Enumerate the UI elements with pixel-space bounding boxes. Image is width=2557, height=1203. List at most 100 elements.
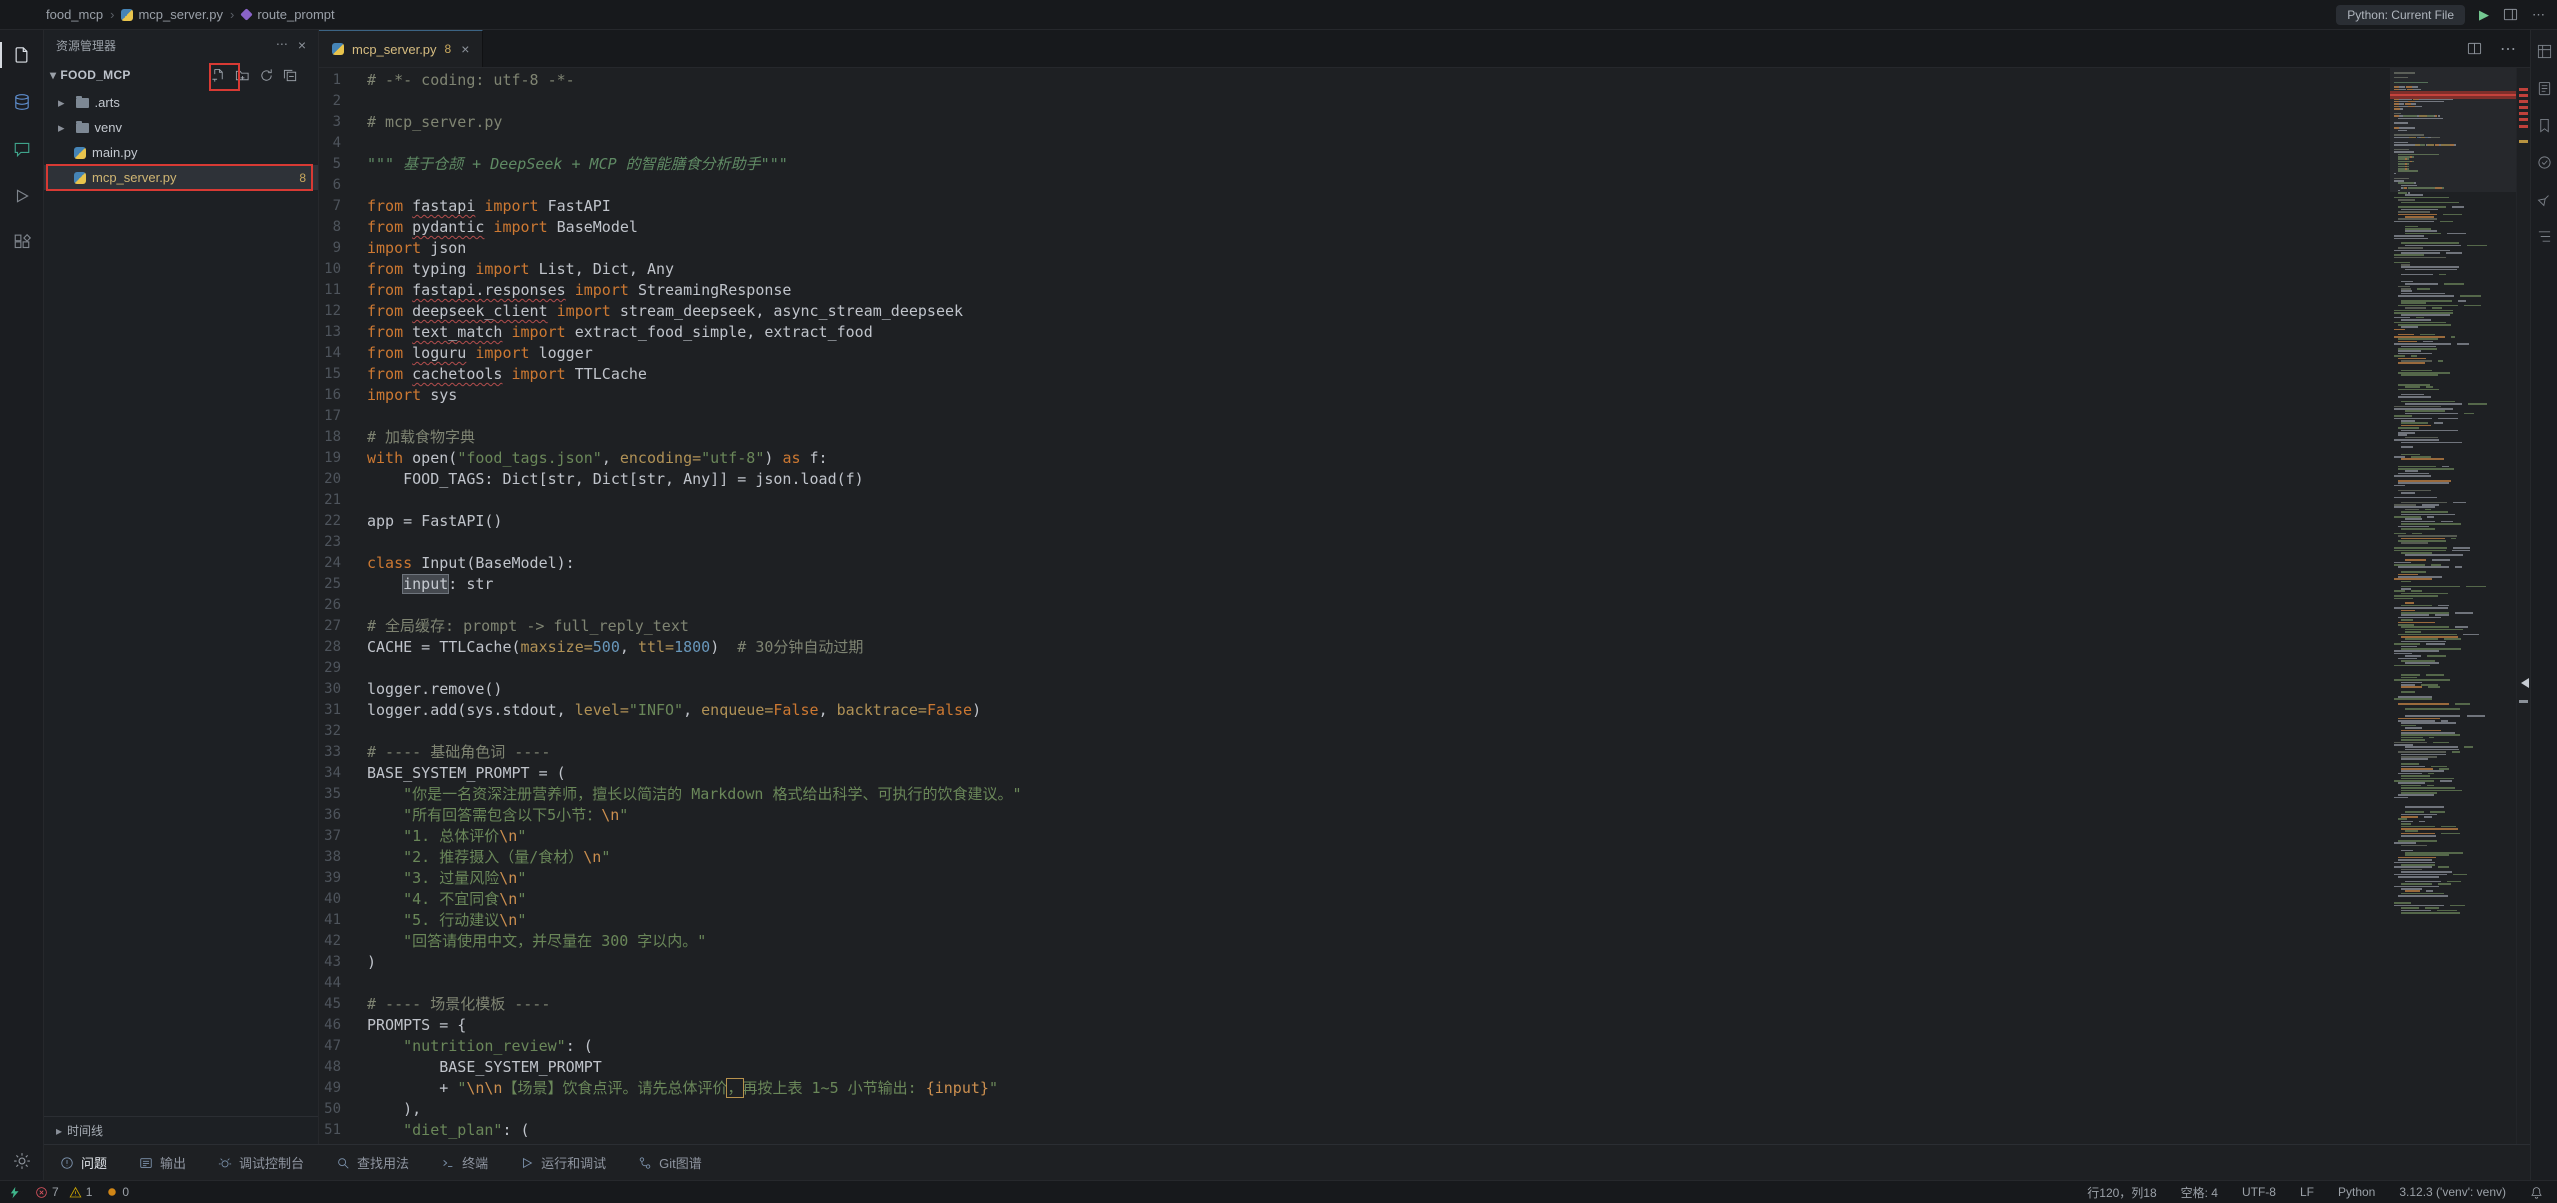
code-line[interactable]: 29 xyxy=(319,658,2380,679)
code-line[interactable]: 15from cachetools import TTLCache xyxy=(319,364,2380,385)
code-line[interactable]: 35 "你是一名资深注册营养师，擅长以简洁的 Markdown 格式给出科学、可… xyxy=(319,784,2380,805)
refresh-button[interactable] xyxy=(254,63,278,87)
sidebar-close-icon[interactable] xyxy=(298,37,306,53)
extensions-icon[interactable] xyxy=(0,228,44,258)
code-line[interactable]: 51 "diet_plan": ( xyxy=(319,1120,2380,1141)
right-panel-grid-icon[interactable] xyxy=(2537,44,2552,59)
code-line[interactable]: 10from typing import List, Dict, Any xyxy=(319,259,2380,280)
python-interpreter[interactable]: 3.12.3 ('venv': venv) xyxy=(2399,1185,2506,1199)
code-line[interactable]: 44 xyxy=(319,973,2380,994)
code-line[interactable]: 16import sys xyxy=(319,385,2380,406)
code-line[interactable]: 41 "5. 行动建议\n" xyxy=(319,910,2380,931)
code-line[interactable]: 8from pydantic import BaseModel xyxy=(319,217,2380,238)
editor-more-icon[interactable] xyxy=(2500,39,2516,59)
python-env-selector[interactable]: Python: Current File xyxy=(2336,5,2465,25)
layout-icon[interactable] xyxy=(2503,7,2518,22)
code-line[interactable]: 4 xyxy=(319,133,2380,154)
code-line[interactable]: 34BASE_SYSTEM_PROMPT = ( xyxy=(319,763,2380,784)
cursor-position[interactable]: 行120，列18 xyxy=(2087,1184,2156,1201)
panel-tab-run-debug[interactable]: 运行和调试 xyxy=(520,1153,606,1172)
panel-tab-output[interactable]: 输出 xyxy=(139,1153,186,1172)
code-line[interactable]: 26 xyxy=(319,595,2380,616)
code-line[interactable]: 46PROMPTS = { xyxy=(319,1015,2380,1036)
code-line[interactable]: 2 xyxy=(319,91,2380,112)
code-line[interactable]: 19with open("food_tags.json", encoding="… xyxy=(319,448,2380,469)
problems-status[interactable]: 7 1 xyxy=(35,1185,92,1199)
code-line[interactable]: 45# ---- 场景化模板 ---- xyxy=(319,994,2380,1015)
code-line[interactable]: 37 "1. 总体评价\n" xyxy=(319,826,2380,847)
tree-item-file-selected[interactable]: mcp_server.py 8 xyxy=(44,165,318,190)
code-line[interactable]: 20 FOOD_TAGS: Dict[str, Dict[str, Any]] … xyxy=(319,469,2380,490)
eol-sequence[interactable]: LF xyxy=(2300,1185,2314,1199)
new-folder-button[interactable] xyxy=(230,63,254,87)
breadcrumb-item-file[interactable]: mcp_server.py xyxy=(121,7,223,22)
code-line[interactable]: 48 BASE_SYSTEM_PROMPT xyxy=(319,1057,2380,1078)
code-line[interactable]: 6 xyxy=(319,175,2380,196)
right-panel-notebook-icon[interactable] xyxy=(2537,81,2552,96)
breadcrumb-item-symbol[interactable]: route_prompt xyxy=(241,7,334,22)
extension-counter[interactable]: 0 xyxy=(106,1185,129,1199)
code-editor[interactable]: 1# -*- coding: utf-8 -*-23# mcp_server.p… xyxy=(319,68,2530,1144)
code-line[interactable]: 40 "4. 不宜同食\n" xyxy=(319,889,2380,910)
settings-gear-icon[interactable] xyxy=(0,1152,44,1170)
code-line[interactable]: 3# mcp_server.py xyxy=(319,112,2380,133)
encoding[interactable]: UTF-8 xyxy=(2242,1185,2276,1199)
panel-tab-problems[interactable]: 问题 xyxy=(60,1153,107,1172)
code-line[interactable]: 36 "所有回答需包含以下5小节：\n" xyxy=(319,805,2380,826)
minimap-slider[interactable] xyxy=(2390,68,2516,192)
tree-item-file[interactable]: main.py xyxy=(44,140,318,165)
code-line[interactable]: 33# ---- 基础角色词 ---- xyxy=(319,742,2380,763)
tab-close-icon[interactable] xyxy=(461,41,469,58)
right-panel-outline-icon[interactable] xyxy=(2537,229,2552,244)
code-line[interactable]: 47 "nutrition_review": ( xyxy=(319,1036,2380,1057)
code-line[interactable]: 9import json xyxy=(319,238,2380,259)
tree-item-folder[interactable]: venv xyxy=(44,115,318,140)
code-line[interactable]: 32 xyxy=(319,721,2380,742)
code-line[interactable]: 38 "2. 推荐摄入（量/食材）\n" xyxy=(319,847,2380,868)
panel-tab-git-graph[interactable]: Git图谱 xyxy=(638,1153,702,1172)
code-line[interactable]: 31logger.add(sys.stdout, level="INFO", e… xyxy=(319,700,2380,721)
run-button[interactable] xyxy=(2479,7,2489,23)
timeline-section[interactable]: 时间线 xyxy=(44,1116,318,1144)
right-panel-chem-icon[interactable] xyxy=(2537,192,2552,207)
minimap[interactable] xyxy=(2390,68,2516,1144)
notifications-bell-icon[interactable] xyxy=(2530,1186,2543,1199)
overview-ruler[interactable] xyxy=(2516,68,2530,1144)
database-icon[interactable] xyxy=(0,87,44,117)
indentation[interactable]: 空格: 4 xyxy=(2181,1184,2218,1201)
code-line[interactable]: 27# 全局缓存: prompt -> full_reply_text xyxy=(319,616,2380,637)
code-line[interactable]: 1# -*- coding: utf-8 -*- xyxy=(319,70,2380,91)
code-line[interactable]: 5""" 基于仓颉 + DeepSeek + MCP 的智能膳食分析助手""" xyxy=(319,154,2380,175)
more-actions-icon[interactable] xyxy=(2532,7,2545,23)
chat-icon[interactable] xyxy=(0,134,44,164)
code-line[interactable]: 22app = FastAPI() xyxy=(319,511,2380,532)
split-editor-icon[interactable] xyxy=(2467,41,2482,56)
collapse-all-button[interactable] xyxy=(278,63,302,87)
sidebar-more-icon[interactable] xyxy=(276,37,288,53)
code-line[interactable]: 30logger.remove() xyxy=(319,679,2380,700)
explorer-icon[interactable] xyxy=(0,40,44,70)
code-line[interactable]: 18# 加载食物字典 xyxy=(319,427,2380,448)
language-mode[interactable]: Python xyxy=(2338,1185,2375,1199)
code-line[interactable]: 25 input: str xyxy=(319,574,2380,595)
tab-mcp-server[interactable]: mcp_server.py 8 xyxy=(319,30,483,67)
code-line[interactable]: 28CACHE = TTLCache(maxsize=500, ttl=1800… xyxy=(319,637,2380,658)
code-line[interactable]: 13from text_match import extract_food_si… xyxy=(319,322,2380,343)
panel-tab-find-usages[interactable]: 查找用法 xyxy=(336,1153,409,1172)
code-line[interactable]: 49 + "\n\n【场景】饮食点评。请先总体评价，再按上表 1~5 小节输出:… xyxy=(319,1078,2380,1099)
right-panel-bookmark-icon[interactable] xyxy=(2537,118,2552,133)
panel-tab-terminal[interactable]: 终端 xyxy=(441,1153,488,1172)
code-line[interactable]: 7from fastapi import FastAPI xyxy=(319,196,2380,217)
code-line[interactable]: 17 xyxy=(319,406,2380,427)
project-section-header[interactable]: FOOD_MCP xyxy=(44,60,318,90)
code-line[interactable]: 14from loguru import logger xyxy=(319,343,2380,364)
run-debug-icon[interactable] xyxy=(0,181,44,211)
code-line[interactable]: 23 xyxy=(319,532,2380,553)
code-line[interactable]: 24class Input(BaseModel): xyxy=(319,553,2380,574)
code-line[interactable]: 43) xyxy=(319,952,2380,973)
code-line[interactable]: 11from fastapi.responses import Streamin… xyxy=(319,280,2380,301)
code-line[interactable]: 50 ), xyxy=(319,1099,2380,1120)
code-line[interactable]: 12from deepseek_client import stream_dee… xyxy=(319,301,2380,322)
right-panel-todo-icon[interactable] xyxy=(2537,155,2552,170)
code-line[interactable]: 21 xyxy=(319,490,2380,511)
